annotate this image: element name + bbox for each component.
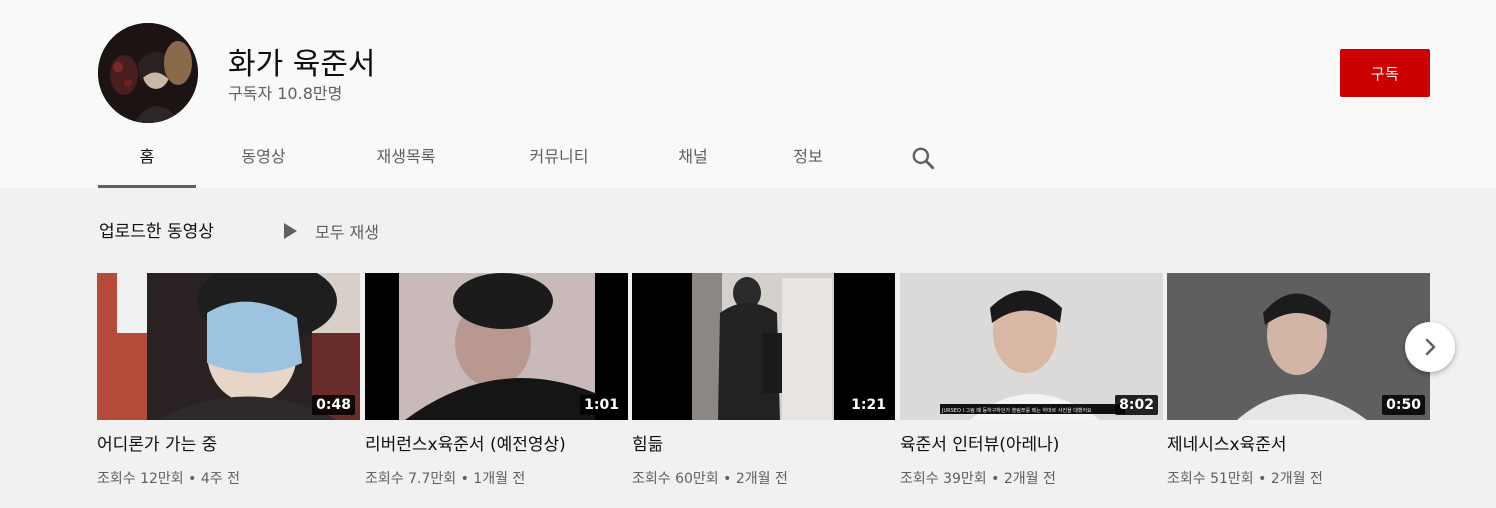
video-duration: 1:01 bbox=[580, 395, 623, 415]
video-card[interactable]: 1:01 리버런스x육준서 (예전영상) 조회수 7.7만회 • 1개월 전 bbox=[365, 273, 628, 488]
meta-separator: • bbox=[991, 471, 1000, 487]
video-thumbnail[interactable]: 0:50 bbox=[1167, 273, 1430, 420]
upload-age: 4주 전 bbox=[200, 471, 240, 487]
video-card[interactable]: 0:48 어디론가 가는 중 조회수 12만회 • 4주 전 bbox=[97, 273, 360, 488]
meta-separator: • bbox=[1258, 471, 1267, 487]
channel-header: 화가 육준서 구독자 10.8만명 구독 홈 동영상 재생목록 커뮤니티 채널 … bbox=[0, 0, 1496, 188]
tab-videos[interactable]: 동영상 bbox=[216, 134, 311, 188]
video-title[interactable]: 리버런스x육준서 (예전영상) bbox=[365, 430, 628, 455]
video-duration: 8:02 bbox=[1115, 395, 1158, 415]
video-duration: 0:48 bbox=[312, 395, 355, 415]
video-meta: 조회수 60만회 • 2개월 전 bbox=[632, 468, 895, 488]
video-card[interactable]: 0:50 제네시스x육준서 조회수 51만회 • 2개월 전 bbox=[1167, 273, 1430, 488]
upload-age: 2개월 전 bbox=[735, 471, 788, 487]
video-title[interactable]: 어디론가 가는 중 bbox=[97, 430, 360, 455]
video-duration: 0:50 bbox=[1382, 395, 1425, 415]
video-meta: 조회수 39만회 • 2개월 전 bbox=[900, 468, 1163, 488]
video-thumbnail[interactable]: 1:01 bbox=[365, 273, 628, 420]
meta-separator: • bbox=[188, 471, 197, 487]
view-count: 조회수 12만회 bbox=[97, 471, 184, 487]
video-card[interactable]: JURSEO I 그림 때 등하구하던가 쓸림쪼를 메는 하마르 사진을 대했어… bbox=[900, 273, 1163, 488]
view-count: 조회수 51만회 bbox=[1167, 471, 1254, 487]
upload-age: 1개월 전 bbox=[473, 471, 526, 487]
video-thumbnail[interactable]: 0:48 bbox=[97, 273, 360, 420]
tab-home[interactable]: 홈 bbox=[98, 134, 196, 188]
video-duration: 1:21 bbox=[847, 395, 890, 415]
subscribe-button[interactable]: 구독 bbox=[1340, 49, 1430, 97]
video-card[interactable]: 1:21 힘듦 조회수 60만회 • 2개월 전 bbox=[632, 273, 895, 488]
video-title[interactable]: 육준서 인터뷰(아레나) bbox=[900, 430, 1163, 455]
channel-title: 화가 육준서 bbox=[228, 47, 376, 82]
channel-avatar[interactable] bbox=[98, 23, 198, 123]
meta-separator: • bbox=[460, 471, 469, 487]
video-thumbnail[interactable]: JURSEO I 그림 때 등하구하던가 쓸림쪼를 메는 하마르 사진을 대했어… bbox=[900, 273, 1163, 420]
play-all-button[interactable]: 모두 재생 bbox=[282, 219, 379, 243]
play-icon bbox=[284, 223, 297, 239]
video-meta: 조회수 51만회 • 2개월 전 bbox=[1167, 468, 1430, 488]
section-title: 업로드한 동영상 bbox=[99, 222, 214, 242]
tab-channels[interactable]: 채널 bbox=[658, 134, 728, 188]
play-all-label: 모두 재생 bbox=[315, 223, 379, 242]
video-thumbnail[interactable]: 1:21 bbox=[632, 273, 895, 420]
next-arrow-button[interactable] bbox=[1405, 322, 1455, 372]
tab-playlists[interactable]: 재생목록 bbox=[353, 134, 459, 188]
upload-age: 2개월 전 bbox=[1003, 471, 1056, 487]
view-count: 조회수 60만회 bbox=[632, 471, 719, 487]
tab-about[interactable]: 정보 bbox=[773, 134, 843, 188]
search-icon[interactable] bbox=[910, 145, 936, 171]
chevron-right-icon bbox=[1425, 338, 1436, 356]
view-count: 조회수 7.7만회 bbox=[365, 471, 457, 487]
view-count: 조회수 39만회 bbox=[900, 471, 987, 487]
upload-age: 2개월 전 bbox=[1270, 471, 1323, 487]
subscriber-count: 구독자 10.8만명 bbox=[228, 84, 343, 103]
video-meta: 조회수 12만회 • 4주 전 bbox=[97, 468, 360, 488]
video-title[interactable]: 힘듦 bbox=[632, 430, 895, 455]
meta-separator: • bbox=[723, 471, 732, 487]
video-meta: 조회수 7.7만회 • 1개월 전 bbox=[365, 468, 628, 488]
video-caption: JURSEO I 그림 때 등하구하던가 쓸림쪼를 메는 하마르 사진을 대했어… bbox=[942, 408, 1092, 414]
tab-community[interactable]: 커뮤니티 bbox=[503, 134, 615, 188]
video-title[interactable]: 제네시스x육준서 bbox=[1167, 430, 1430, 455]
